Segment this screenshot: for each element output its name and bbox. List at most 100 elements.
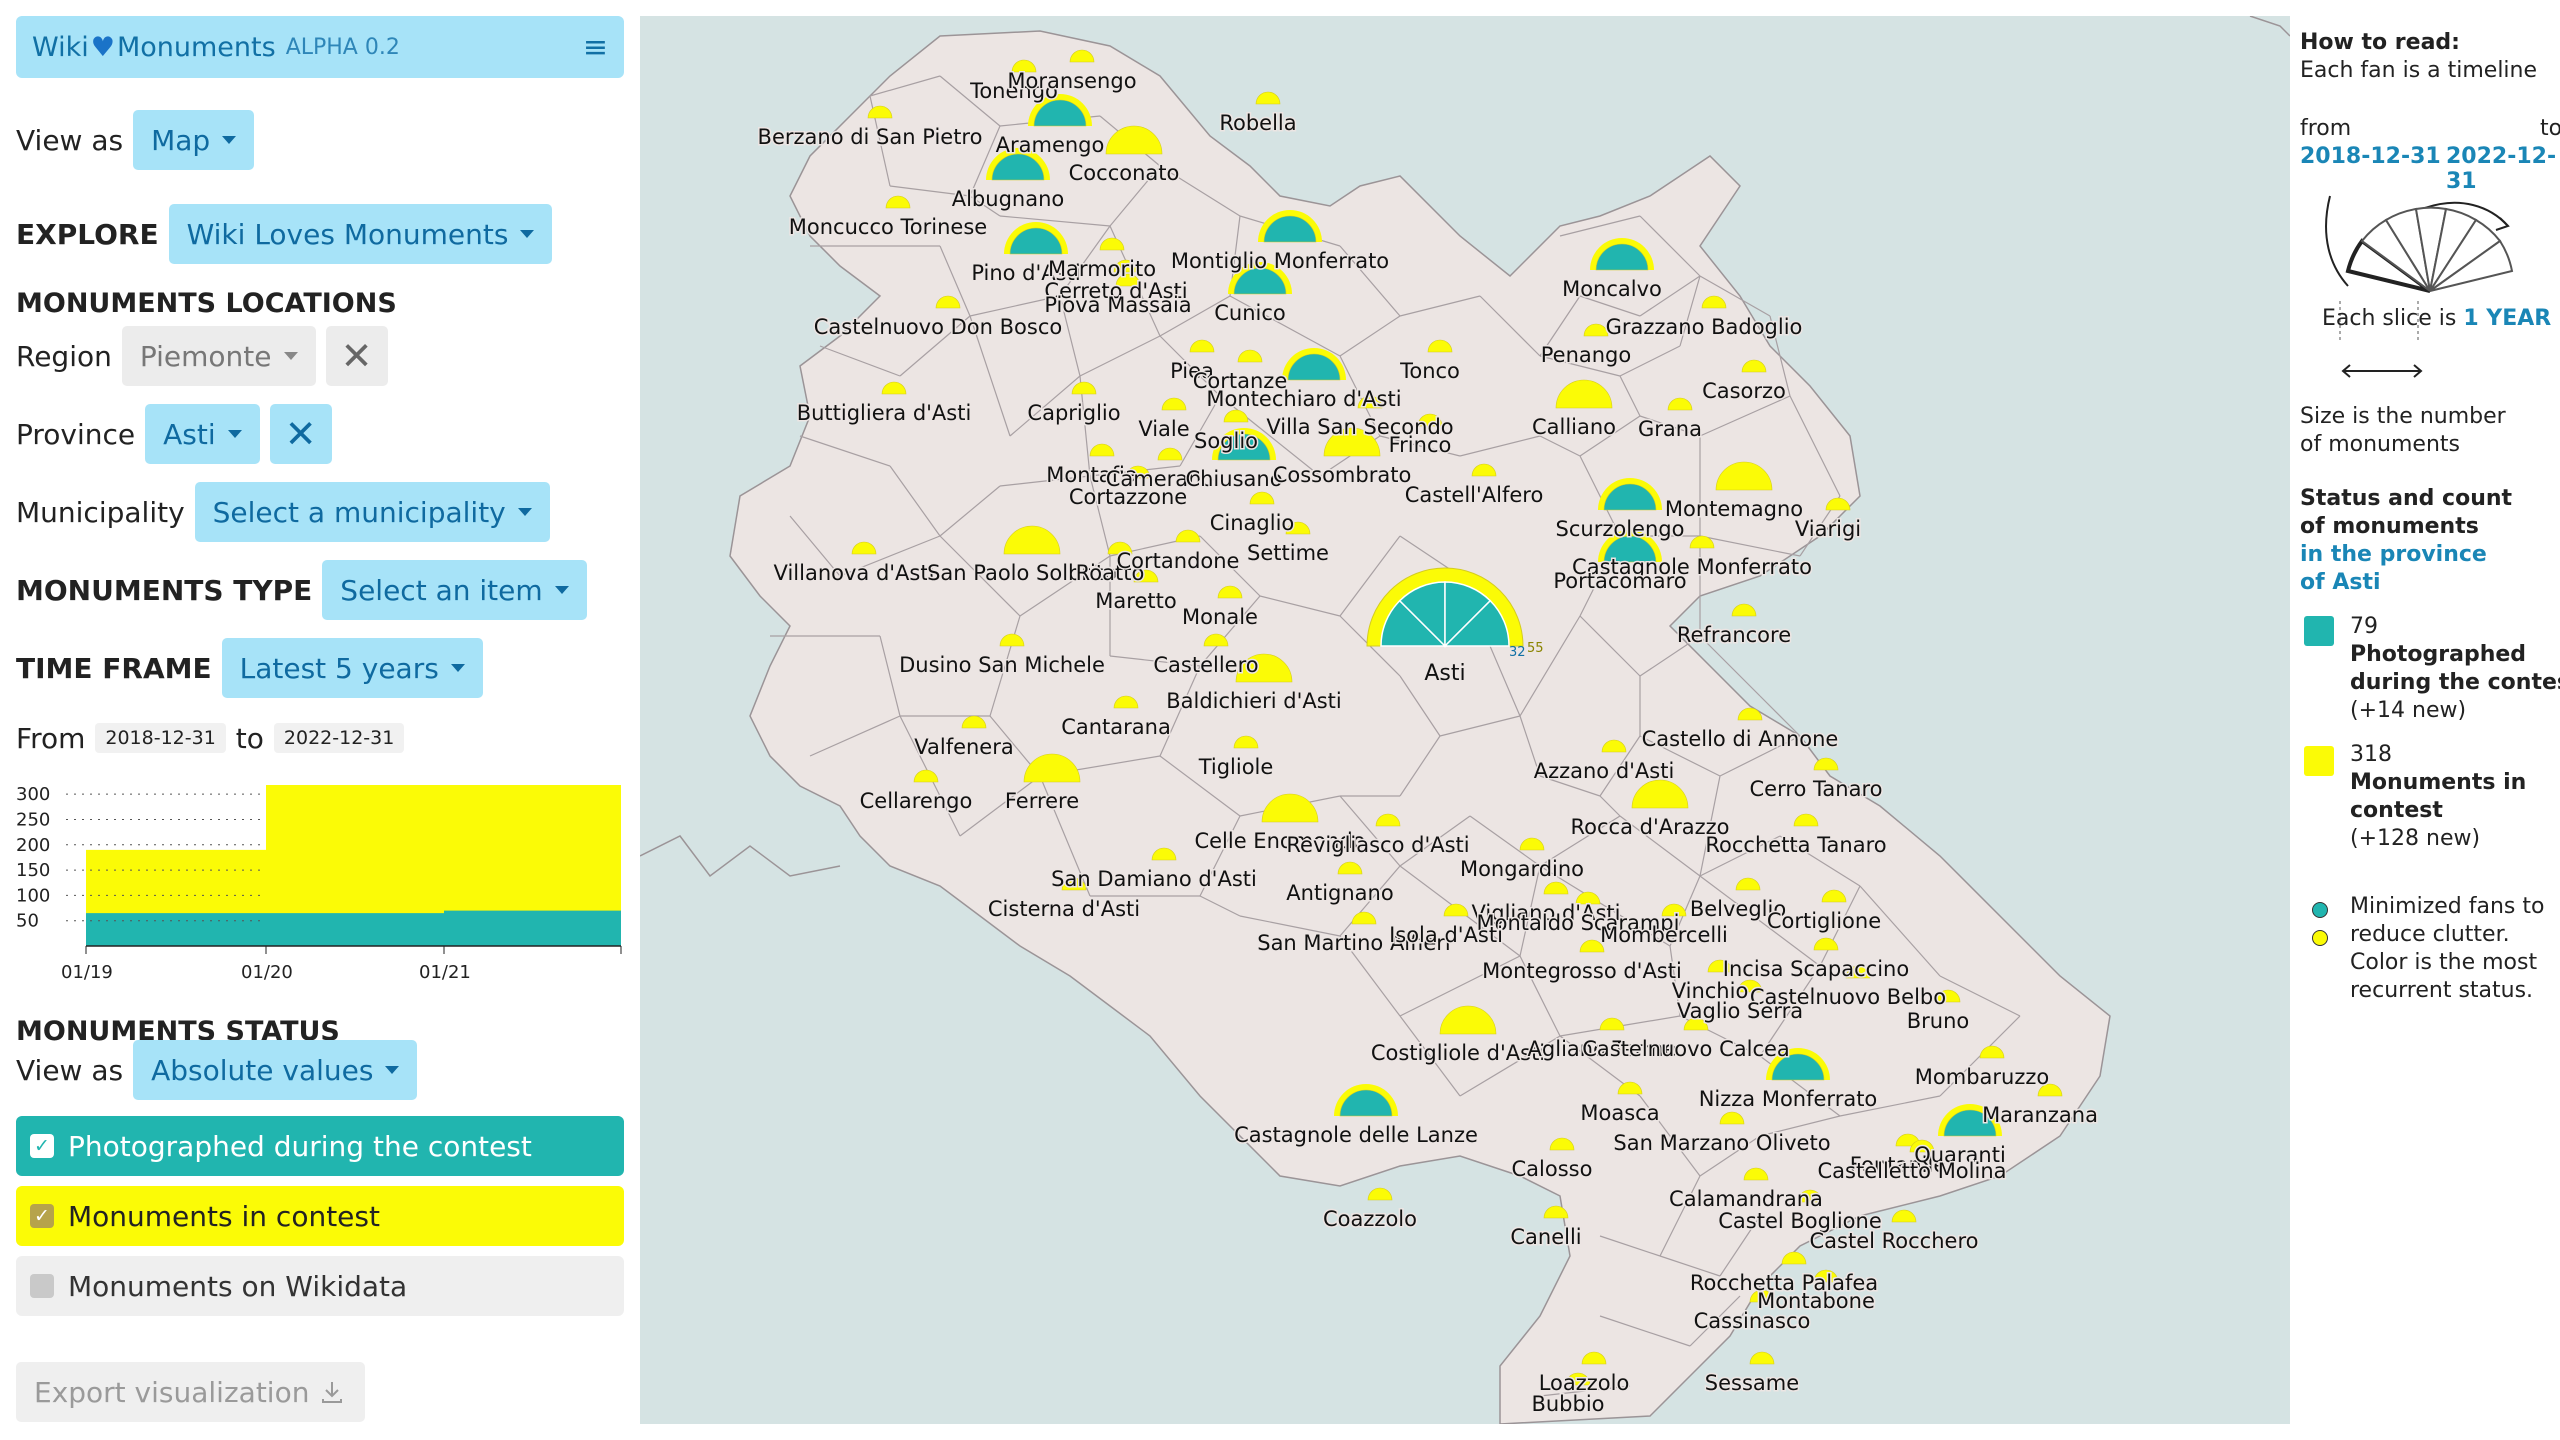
- municipality-label[interactable]: Castelnuovo Calcea: [1581, 1036, 1792, 1063]
- municipality-label[interactable]: Marmorito: [1046, 256, 1157, 283]
- municipality-label[interactable]: Tigliole: [1196, 754, 1275, 781]
- municipality-label[interactable]: Refrancore: [1675, 622, 1792, 649]
- status-view-dropdown[interactable]: Absolute values: [133, 1040, 418, 1100]
- municipality-label[interactable]: Cellarengo: [858, 788, 974, 815]
- municipality-label[interactable]: Montechiaro d'Asti: [1205, 386, 1403, 413]
- municipality-label[interactable]: Cassinasco: [1692, 1308, 1812, 1335]
- municipality-label[interactable]: Tonco: [1398, 358, 1462, 385]
- municipality-label[interactable]: Grazzano Badoglio: [1604, 314, 1804, 341]
- municipality-label[interactable]: Antignano: [1285, 880, 1395, 907]
- province-dropdown[interactable]: Asti: [145, 404, 260, 464]
- municipality-label[interactable]: Calliano: [1530, 414, 1617, 441]
- municipality-label[interactable]: Cisterna d'Asti: [986, 896, 1141, 923]
- municipality-label[interactable]: Dusino San Michele: [898, 652, 1107, 679]
- type-dropdown[interactable]: Select an item: [322, 560, 587, 620]
- municipality-label[interactable]: Bubbio: [1530, 1391, 1606, 1418]
- municipality-label[interactable]: Castelnuovo Don Bosco: [812, 314, 1063, 341]
- clear-province-button[interactable]: ✕: [269, 404, 332, 464]
- monument-fan[interactable]: [1255, 91, 1281, 105]
- municipality-label[interactable]: Coazzolo: [1322, 1206, 1419, 1233]
- timeline-chart[interactable]: 300 250 200 150 100 50 01/19 01/20 01/21: [16, 776, 624, 986]
- municipality-label[interactable]: Moransengo: [1006, 68, 1138, 95]
- monument-fan[interactable]: [1367, 1187, 1393, 1201]
- municipality-label[interactable]: Cinaglio: [1208, 510, 1296, 537]
- municipality-label[interactable]: Settime: [1246, 540, 1331, 567]
- municipality-label[interactable]: Cortiglione: [1765, 908, 1882, 935]
- municipality-label[interactable]: Incisa Scapaccino: [1721, 956, 1910, 983]
- toggle-in-contest[interactable]: ✓ Monuments in contest: [16, 1186, 624, 1246]
- municipality-label[interactable]: Buttigliera d'Asti: [795, 400, 973, 427]
- municipality-label[interactable]: Berzano di San Pietro: [756, 124, 984, 151]
- municipality-label[interactable]: Cortazzone: [1067, 484, 1188, 511]
- monument-fan[interactable]: [1891, 1209, 1917, 1223]
- municipality-label[interactable]: Castagnole delle Lanze: [1233, 1122, 1480, 1149]
- municipality-label[interactable]: Azzano d'Asti: [1532, 758, 1676, 785]
- municipality-label[interactable]: Costigliole d'Asti: [1369, 1040, 1546, 1067]
- municipality-label[interactable]: Piova Massaia: [1043, 292, 1193, 319]
- export-button[interactable]: Export visualization: [16, 1362, 366, 1422]
- municipality-label[interactable]: Mongardino: [1458, 856, 1585, 883]
- municipality-label[interactable]: Robella: [1218, 110, 1298, 137]
- municipality-label[interactable]: Bruno: [1905, 1008, 1971, 1035]
- municipality-label[interactable]: Cerro Tanaro: [1748, 776, 1884, 803]
- municipality-label[interactable]: Moncucco Torinese: [787, 214, 988, 241]
- municipality-label[interactable]: Isola d'Asti: [1388, 922, 1505, 949]
- municipality-label[interactable]: Cossombrato: [1271, 462, 1413, 489]
- municipality-label[interactable]: Frinco: [1387, 432, 1453, 459]
- region-dropdown[interactable]: Piemonte: [121, 326, 316, 386]
- municipality-label[interactable]: Canelli: [1509, 1224, 1583, 1251]
- municipality-label[interactable]: Castelletto Molina: [1816, 1158, 2008, 1185]
- municipality-label[interactable]: Calamandrana: [1668, 1186, 1825, 1213]
- to-date[interactable]: 2022-12-31: [273, 723, 405, 753]
- municipality-label[interactable]: Montemagno: [1663, 496, 1804, 523]
- municipality-label[interactable]: Aramengo: [994, 132, 1106, 159]
- monument-fan[interactable]: [1749, 1351, 1775, 1365]
- monument-fan[interactable]: [1731, 603, 1757, 617]
- municipality-label[interactable]: Monale: [1181, 604, 1260, 631]
- municipality-label[interactable]: Baldichieri d'Asti: [1165, 688, 1344, 715]
- asti-label[interactable]: Asti: [1424, 661, 1465, 686]
- municipality-label[interactable]: Portacomaro: [1552, 568, 1688, 595]
- view-as-dropdown[interactable]: Map: [133, 110, 255, 170]
- municipality-label[interactable]: Valfenera: [913, 734, 1015, 761]
- municipality-label[interactable]: Montiglio Monferrato: [1169, 248, 1390, 275]
- municipality-label[interactable]: Grana: [1637, 416, 1704, 443]
- municipality-label[interactable]: Castell'Alfero: [1403, 482, 1545, 509]
- municipality-label[interactable]: Nizza Monferrato: [1697, 1086, 1879, 1113]
- municipality-label[interactable]: San Damiano d'Asti: [1050, 866, 1259, 893]
- map-canvas[interactable]: Tonengo Moransengo Berzano di San Pietro Ar…: [640, 16, 2290, 1424]
- explore-dropdown[interactable]: Wiki Loves Monuments: [168, 204, 553, 264]
- municipality-label[interactable]: Vaglio Serra: [1675, 998, 1804, 1025]
- municipality-label[interactable]: Moasca: [1579, 1100, 1661, 1127]
- municipality-label[interactable]: Chiusano: [1184, 466, 1284, 493]
- municipality-label[interactable]: Mombaruzzo: [1913, 1064, 2050, 1091]
- municipality-label[interactable]: Maretto: [1094, 588, 1178, 615]
- municipality-label[interactable]: Cantarana: [1060, 714, 1173, 741]
- municipality-label[interactable]: Cortandone: [1115, 548, 1241, 575]
- municipality-label[interactable]: Revigliasco d'Asti: [1285, 832, 1471, 859]
- municipality-label[interactable]: Mombercelli: [1599, 922, 1730, 949]
- municipality-label[interactable]: Villanova d'Asti: [772, 560, 936, 587]
- municipality-label[interactable]: Soglio: [1192, 428, 1259, 455]
- province-map[interactable]: TonengoMoransengoBerzano di San Pietro Ar…: [640, 16, 2290, 1424]
- municipality-label[interactable]: Castel Rocchero: [1808, 1228, 1980, 1255]
- municipality-label[interactable]: Montegrosso d'Asti: [1481, 958, 1684, 985]
- municipality-label[interactable]: Casorzo: [1701, 378, 1788, 405]
- municipality-label[interactable]: Cunico: [1213, 300, 1288, 327]
- municipality-label[interactable]: Ferrere: [1003, 788, 1080, 815]
- toggle-photographed[interactable]: ✓ Photographed during the contest: [16, 1116, 624, 1176]
- from-date[interactable]: 2018-12-31: [95, 723, 226, 753]
- municipality-label[interactable]: Maranzana: [1981, 1102, 2100, 1129]
- municipality-label[interactable]: Castello di Annone: [1640, 726, 1840, 753]
- municipality-label[interactable]: San Marzano Oliveto: [1612, 1130, 1832, 1157]
- municipality-label[interactable]: Moncalvo: [1561, 276, 1664, 303]
- municipality-label[interactable]: Albugnano: [950, 186, 1066, 213]
- clear-region-button[interactable]: ✕: [325, 326, 388, 386]
- toggle-wikidata[interactable]: Monuments on Wikidata: [16, 1256, 624, 1316]
- municipality-label[interactable]: Castellero: [1152, 652, 1260, 679]
- municipality-label[interactable]: Penango: [1539, 342, 1633, 369]
- hamburger-menu-icon[interactable]: ≡: [583, 30, 608, 65]
- municipality-label[interactable]: Capriglio: [1026, 400, 1122, 427]
- municipality-label[interactable]: Viale: [1137, 416, 1191, 443]
- municipality-label[interactable]: Viarigi: [1793, 516, 1862, 543]
